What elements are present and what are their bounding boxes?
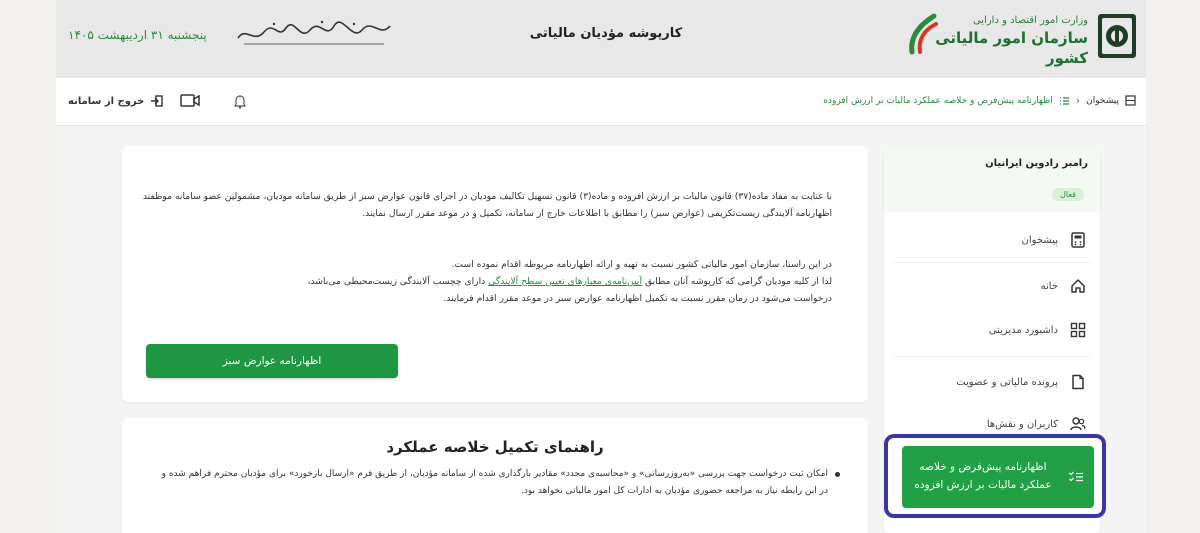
sidebar-item-dashboard-desk[interactable]: پیشخوان [884, 220, 1100, 260]
user-name: رامبر رادوین ایرانیان [985, 158, 1088, 169]
calculator-icon [1071, 232, 1085, 248]
top-header: وزارت امور اقتصاد و دارایی سازمان امور م… [56, 0, 1146, 78]
logout-icon [151, 95, 164, 107]
breadcrumb-home[interactable]: پیشخوان [1086, 96, 1119, 106]
sidebar-divider [894, 262, 1090, 263]
nav-bar: خروج از سامانه پیشخوان ‹ اظهارنامه پیش‌ف… [56, 78, 1146, 126]
sidebar-divider [894, 356, 1090, 357]
green-tax-notice-card: با عنایت به مفاد ماده(۳۷) قانون مالیات ب… [122, 146, 868, 402]
app-title: کارپوشه مؤدیان مالیاتی [529, 26, 683, 41]
sidebar-item-label: کاربران و نقش‌ها [986, 418, 1058, 430]
sidebar-item-label: خانه [1040, 280, 1058, 292]
user-status-badge: فعال [1052, 188, 1084, 201]
sidebar-item-label: پرونده مالیاتی و عضویت [956, 376, 1058, 388]
notice-line-b: لذا از کلیه مودیان گرامی که کارپوشه آنان… [142, 273, 832, 290]
home-icon [1071, 279, 1085, 293]
notice-line-b-start: لذا از کلیه مودیان گرامی که کارپوشه آنان… [642, 276, 832, 287]
notice-line-c: درخواست می‌شود در زمان مقرر نسبت به تکمی… [443, 293, 832, 304]
active-item-label: اظهارنامه پیش‌فرض و خلاصه عملکرد مالیات … [914, 461, 1052, 491]
sidebar-item-home[interactable]: خانه [884, 266, 1100, 306]
notification-bell-icon[interactable] [233, 93, 247, 109]
breadcrumb: پیشخوان ‹ اظهارنامه پیش‌فرض و خلاصه عملک… [823, 94, 1136, 107]
notice-line-b-end: دارای چچسب آلایندگی زیست‌محیطی می‌باشد، [307, 276, 489, 287]
checklist-icon [1069, 471, 1083, 482]
dashboard-icon [1070, 322, 1086, 338]
guide-title: راهنمای تکمیل خلاصه عملکرد [386, 438, 604, 456]
video-message-icon[interactable] [180, 92, 200, 110]
list-check-icon [1059, 96, 1069, 105]
sidebar-item-label: پیشخوان [1021, 234, 1058, 246]
breadcrumb-current: اظهارنامه پیش‌فرض و خلاصه عملکرد مالیات … [823, 95, 1053, 106]
flag-swoosh-icon [909, 13, 938, 55]
notice-line-a: در این راستا، سازمان امور مالیاتی کشور ن… [451, 259, 832, 270]
notice-paragraph-2: در این راستا، سازمان امور مالیاتی کشور ن… [142, 256, 832, 307]
sidebar-item-default-vat-declaration[interactable]: اظهارنامه پیش‌فرض و خلاصه عملکرد مالیات … [902, 446, 1094, 508]
regulation-link[interactable]: آیین‌نامه‌ی معیارهای تعیین سطح آلایندگی [488, 276, 642, 287]
current-date: پنجشنبه ۳۱ اردیبهشت ۱۴۰۵ [68, 28, 207, 42]
logout-button[interactable]: خروج از سامانه [68, 94, 164, 108]
guide-card: راهنمای تکمیل خلاصه عملکرد امکان ثبت درخ… [122, 418, 868, 533]
sidebar-item-label: داشبورد مدیریتی [988, 324, 1058, 336]
sidebar-item-management-dashboard[interactable]: داشبورد مدیریتی [884, 310, 1100, 350]
users-icon [1070, 417, 1086, 431]
bullet-icon [835, 472, 840, 477]
green-tax-declaration-button[interactable]: اظهارنامه عوارض سبز [146, 344, 398, 378]
file-icon [1072, 374, 1084, 390]
notice-paragraph-1: با عنایت به مفاد ماده(۳۷) قانون مالیات ب… [142, 191, 832, 219]
sidebar-item-tax-file[interactable]: پرونده مالیاتی و عضویت [884, 362, 1100, 402]
slogan-calligraphy-icon [237, 20, 391, 45]
guide-bullet-text: امکان ثبت درخواست جهت بررسی «به‌روزرسانی… [161, 469, 828, 496]
user-profile: رامبر رادوین ایرانیان فعال [884, 148, 1100, 212]
logout-label: خروج از سامانه [68, 95, 145, 107]
breadcrumb-separator-icon: ‹ [1075, 94, 1081, 107]
home-grid-icon [1125, 95, 1136, 106]
tax-organization-emblem-icon [1098, 14, 1136, 58]
